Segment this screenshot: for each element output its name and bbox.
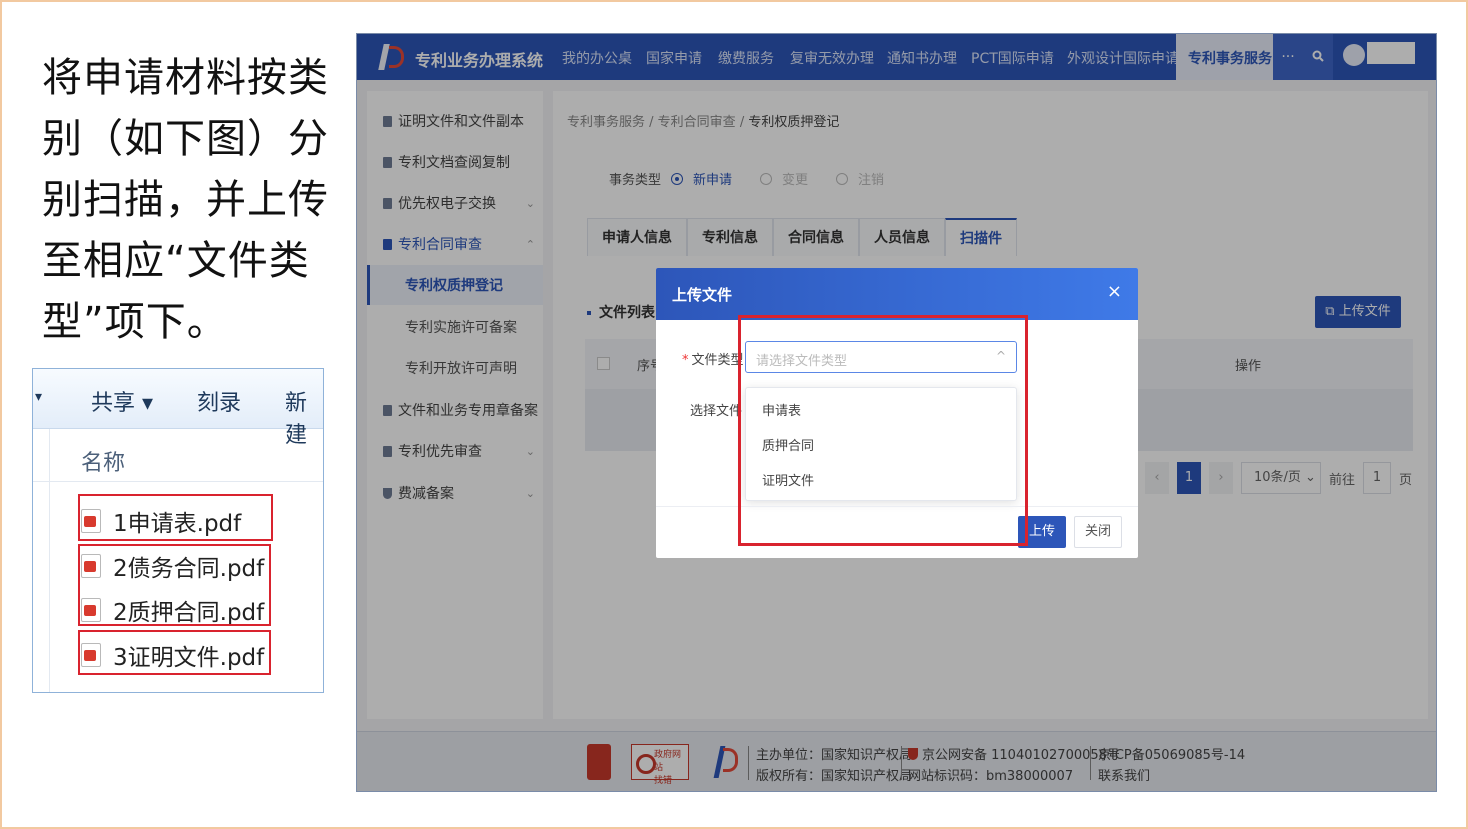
close-icon[interactable]: ×	[1107, 281, 1122, 302]
highlight-box-certificate	[78, 630, 271, 675]
burn-menu[interactable]: 刻录	[197, 385, 241, 417]
new-menu[interactable]: 新建	[285, 385, 323, 449]
instruction-text: 将申请材料按类别（如下图）分别扫描，并上传至相应“文件类型”项下。	[42, 55, 329, 345]
highlight-box-contracts	[78, 544, 271, 626]
name-column-header[interactable]: 名称	[81, 445, 125, 477]
dialog-header: 上传文件 ×	[656, 268, 1138, 320]
file-explorer-snippet: ▾ 共享 ▾ 刻录 新建 名称 1申请表.pdf 2债务合同.pdf 2质押合同…	[32, 368, 324, 693]
share-menu[interactable]: 共享 ▾	[91, 385, 153, 417]
select-file-label: 选择文件	[690, 404, 743, 419]
column-divider	[49, 429, 50, 692]
patent-system-screenshot: 专利业务办理系统 我的办公桌 国家申请 缴费服务 复审无效办理 通知书办理 PC…	[356, 33, 1437, 792]
highlight-box-file-type	[738, 315, 1028, 546]
header-divider	[33, 481, 323, 482]
close-button[interactable]: 关闭	[1074, 516, 1122, 548]
toolbar-arrow-icon: ▾	[35, 389, 43, 405]
highlight-box-application	[78, 494, 273, 541]
file-type-label: * 文件类型	[682, 353, 744, 368]
dialog-title: 上传文件	[672, 286, 733, 304]
explorer-toolbar: ▾ 共享 ▾ 刻录 新建	[33, 369, 323, 448]
